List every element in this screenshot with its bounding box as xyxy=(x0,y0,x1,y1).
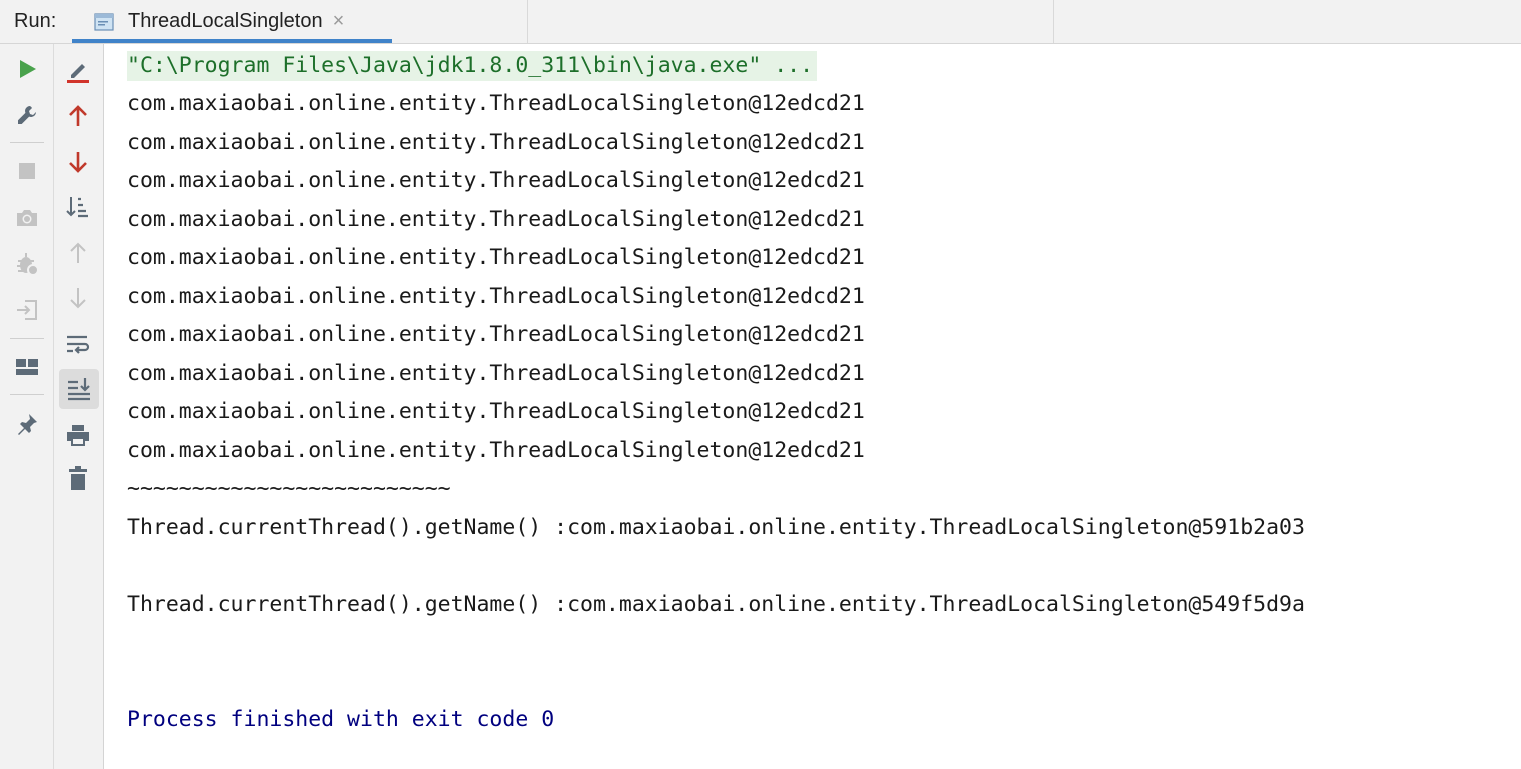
console-line: com.maxiaobai.online.entity.ThreadLocalS… xyxy=(127,284,865,309)
console-actions-toolbar xyxy=(54,44,104,769)
header-divider xyxy=(527,0,528,43)
run-actions-toolbar xyxy=(0,44,54,769)
console-tab-icon xyxy=(94,12,114,31)
layout-icon[interactable] xyxy=(8,348,46,386)
sort-icon[interactable] xyxy=(59,188,97,226)
console-line: com.maxiaobai.online.entity.ThreadLocalS… xyxy=(127,130,865,155)
tab-title: ThreadLocalSingleton xyxy=(128,10,323,32)
pin-icon[interactable] xyxy=(8,405,46,443)
exit-login-icon[interactable] xyxy=(8,291,46,329)
console-exit-message: Process finished with exit code 0 xyxy=(127,707,555,732)
camera-icon[interactable] xyxy=(8,199,46,237)
toolbar-separator xyxy=(10,394,44,395)
edit-config-icon[interactable] xyxy=(59,52,97,90)
tab-threadlocalsingleton[interactable]: ThreadLocalSingleton × xyxy=(72,0,392,43)
console-line: com.maxiaobai.online.entity.ThreadLocalS… xyxy=(127,438,865,463)
console-separator-line: ~~~~~~~~~~~~~~~~~~~~~~~~~ xyxy=(127,476,451,501)
console-line: com.maxiaobai.online.entity.ThreadLocalS… xyxy=(127,399,865,424)
toolbar-separator xyxy=(10,142,44,143)
console-thread-line: Thread.currentThread().getName() :com.ma… xyxy=(127,592,1305,617)
console-line: com.maxiaobai.online.entity.ThreadLocalS… xyxy=(127,245,865,270)
rerun-icon[interactable] xyxy=(8,50,46,88)
console-output[interactable]: "C:\Program Files\Java\jdk1.8.0_311\bin\… xyxy=(104,44,1521,769)
previous-occurrence-icon[interactable] xyxy=(59,234,97,272)
tab-active-indicator xyxy=(72,39,392,43)
console-line: com.maxiaobai.online.entity.ThreadLocalS… xyxy=(127,361,865,386)
toolbar-separator xyxy=(10,338,44,339)
run-tool-window-header: Run: ThreadLocalSingleton × xyxy=(0,0,1521,44)
stop-icon[interactable] xyxy=(8,152,46,190)
trash-icon[interactable] xyxy=(59,460,97,498)
scroll-to-end-icon[interactable] xyxy=(59,369,99,409)
arrow-down-icon[interactable] xyxy=(59,143,97,181)
soft-wrap-icon[interactable] xyxy=(59,325,97,363)
run-label: Run: xyxy=(14,10,57,32)
console-line: com.maxiaobai.online.entity.ThreadLocalS… xyxy=(127,322,865,347)
console-line: com.maxiaobai.online.entity.ThreadLocalS… xyxy=(127,91,865,116)
next-occurrence-icon[interactable] xyxy=(59,279,97,317)
arrow-up-icon[interactable] xyxy=(59,97,97,135)
close-icon[interactable]: × xyxy=(333,10,345,33)
debug-bug-icon[interactable] xyxy=(8,245,46,283)
wrench-icon[interactable] xyxy=(8,96,46,134)
console-thread-line: Thread.currentThread().getName() :com.ma… xyxy=(127,515,1305,540)
console-line: com.maxiaobai.online.entity.ThreadLocalS… xyxy=(127,207,865,232)
console-line: com.maxiaobai.online.entity.ThreadLocalS… xyxy=(127,168,865,193)
console-command-line: "C:\Program Files\Java\jdk1.8.0_311\bin\… xyxy=(127,51,818,81)
print-icon[interactable] xyxy=(59,416,97,454)
header-divider xyxy=(1053,0,1054,43)
